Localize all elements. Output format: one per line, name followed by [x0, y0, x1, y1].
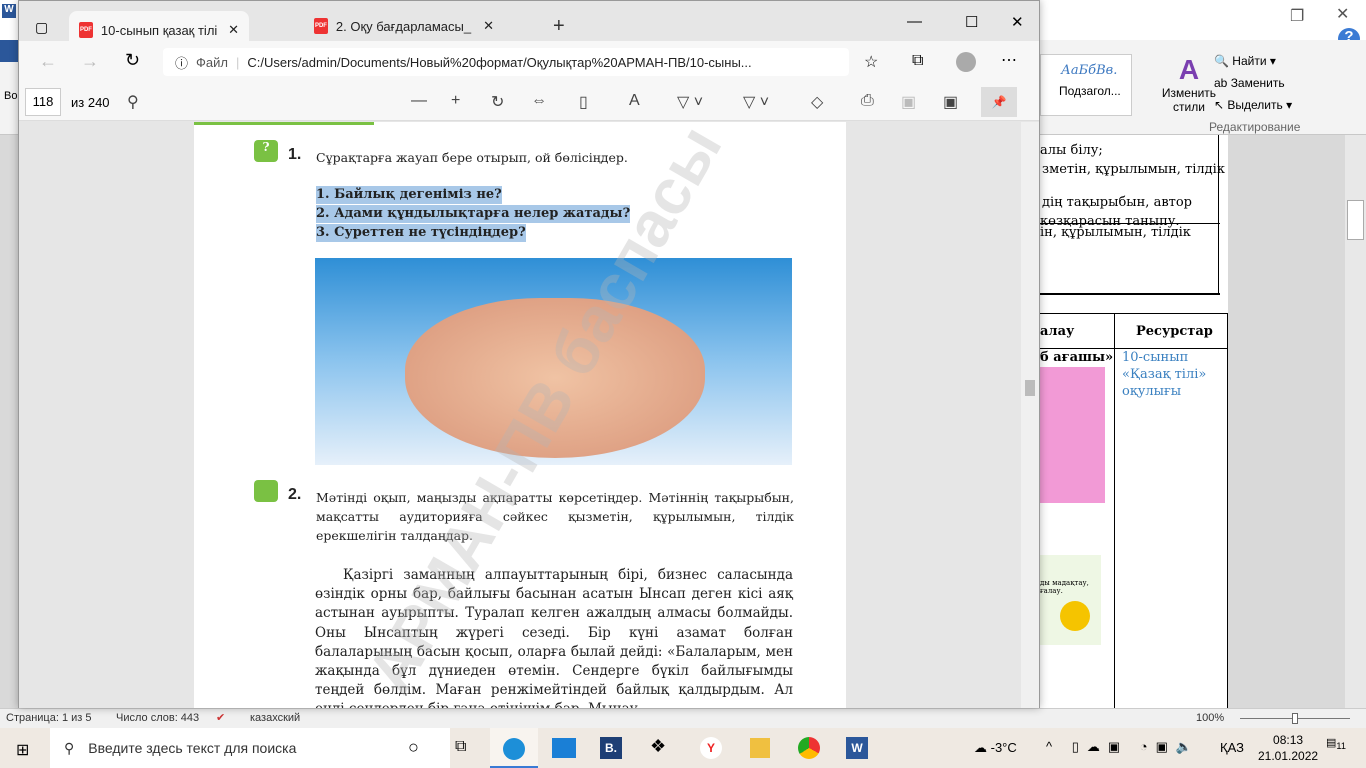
forward-icon[interactable]: →: [81, 51, 99, 72]
address-bar-row: ← → ↻ ⓘ Файл | C:/Users/admin/Documents/Нов…: [19, 41, 1039, 83]
refresh-icon[interactable]: ↻: [125, 50, 140, 71]
style-name: Подзагол...: [1059, 84, 1121, 98]
pdf-page: ? 1. Сұрақтарға жауап бере отырып, ой бө…: [194, 122, 846, 708]
dropbox-icon[interactable]: ❖: [650, 736, 666, 757]
draw-icon[interactable]: ▽ ˅: [677, 92, 703, 112]
word-status-bar: Страница: 1 из 5 Число слов: 443 ✔ казах…: [0, 708, 1366, 728]
style-gallery[interactable]: АаБбВв. Подзагол...: [1040, 54, 1132, 116]
zoom-in-icon[interactable]: +: [451, 92, 460, 110]
pdf-icon: PDF: [79, 22, 93, 38]
zoom-thumb[interactable]: [1292, 713, 1298, 724]
yandex-icon[interactable]: Y: [700, 737, 722, 759]
search-icon: ⚲: [64, 739, 75, 756]
pdf-scrollbar[interactable]: [1021, 122, 1039, 708]
taskbar-search[interactable]: ⚲ Введите здесь текст для поиска: [50, 728, 450, 768]
style-sample: АаБбВв.: [1061, 63, 1118, 78]
new-tab-button[interactable]: +: [553, 15, 565, 38]
read-aloud-icon[interactable]: A: [629, 92, 640, 110]
notifications-icon[interactable]: ▤11: [1326, 736, 1346, 751]
maximize-button[interactable]: ☐: [965, 13, 978, 31]
question-icon: ?: [254, 140, 278, 162]
editing-group-label: Редактирование: [1209, 120, 1301, 134]
b-app-icon[interactable]: B.: [600, 737, 622, 759]
doc-text: алы білу; зметін, құрылымын, тілдік дің …: [1040, 143, 1225, 229]
blob-tree-image: [1040, 367, 1105, 503]
replace-button[interactable]: ab Заменить: [1214, 76, 1285, 90]
question-2: Мәтінді оқып, маңызды ақпаратты көрсетің…: [316, 490, 794, 543]
zoom-out-icon[interactable]: —: [411, 92, 427, 110]
ribbon-cut-label: Во: [4, 90, 18, 102]
save-icon[interactable]: ▣: [901, 92, 916, 112]
zoom-level[interactable]: 100%: [1196, 712, 1224, 724]
task-view-icon[interactable]: ⧉: [455, 738, 466, 756]
question-1: Сұрақтарға жауап бере отырып, ой бөлісің…: [316, 150, 628, 165]
cortana-icon[interactable]: ○: [408, 737, 419, 758]
page-total: из 240: [71, 95, 110, 110]
highlight-icon[interactable]: ▽ ˅: [743, 92, 769, 112]
profile-avatar[interactable]: [956, 52, 976, 72]
chrome-icon[interactable]: [798, 737, 820, 759]
edge-taskbar-icon[interactable]: [490, 728, 538, 768]
smiley-image: ды мадақтау, ғалау.: [1040, 555, 1101, 645]
taskbar: ⊞ ⚲ Введите здесь текст для поиска ○ ⧉ B.…: [0, 728, 1366, 768]
page-view-icon[interactable]: ▯: [579, 92, 588, 112]
word-count[interactable]: Число слов: 443: [116, 712, 199, 724]
tab-actions-icon[interactable]: ▢: [35, 19, 48, 36]
collections-icon[interactable]: ⧉: [912, 52, 923, 70]
pdf-viewer: ? 1. Сұрақтарға жауап бере отырып, ой бө…: [19, 122, 1021, 708]
rotate-icon[interactable]: ↻: [491, 92, 504, 112]
tab-2[interactable]: PDF2. Оқу бағдарламасы_ Қазақ тіл✕: [304, 11, 504, 41]
close-tab-icon[interactable]: ✕: [483, 18, 494, 34]
fit-width-icon[interactable]: ⇔: [531, 92, 547, 110]
tray-icons[interactable]: ^ ▯☁▣ ◔▣🔈: [1046, 739, 1200, 755]
info-icon: ⓘ: [175, 55, 189, 71]
book-icon: [254, 480, 278, 502]
windows-start-icon[interactable]: ⊞: [16, 740, 29, 760]
search-icon[interactable]: ⚲: [127, 92, 139, 112]
pin-toolbar-icon[interactable]: 📌: [981, 87, 1017, 117]
find-button[interactable]: 🔍 Найти ▾: [1214, 54, 1276, 68]
clock[interactable]: 08:13 21.01.2022: [1258, 732, 1318, 764]
word-taskbar-icon[interactable]: W: [846, 737, 868, 759]
question-list: 1. Байлық дегеніміз не? 2. Адами құндылы…: [316, 186, 631, 242]
minimize-button[interactable]: —: [907, 13, 922, 30]
print-icon[interactable]: ⎙: [861, 92, 874, 110]
language[interactable]: казахский: [250, 712, 300, 724]
save-as-icon[interactable]: ▣: [943, 92, 958, 112]
word-page: алы білу; зметін, құрылымын, тілдік дің …: [1040, 135, 1228, 713]
mail-icon[interactable]: [552, 738, 576, 758]
address-bar[interactable]: ⓘ Файл | C:/Users/admin/Documents/Новый%20ф…: [163, 48, 849, 76]
close-tab-icon[interactable]: ✕: [228, 22, 239, 38]
more-icon[interactable]: ⋯: [1001, 50, 1017, 70]
weather[interactable]: ☁ -3°C: [974, 740, 1017, 756]
file-explorer-icon[interactable]: [750, 738, 770, 758]
close-icon[interactable]: ✕: [1336, 4, 1349, 24]
page-number-input[interactable]: 118: [25, 88, 61, 116]
input-language[interactable]: ҚАЗ: [1220, 740, 1244, 755]
eraser-icon[interactable]: ◇: [811, 92, 823, 112]
page-count[interactable]: Страница: 1 из 5: [6, 712, 92, 724]
pdf-icon: PDF: [314, 18, 328, 34]
scroll-thumb[interactable]: [1025, 380, 1035, 396]
edge-window: ▢ PDF10-сынып қазақ тілі қоғамдық-г✕ PDF…: [18, 0, 1040, 708]
pdf-toolbar: 118 из 240 ⚲ — + ↻ ⇔ ▯ A ▽ ˅ ▽ ˅ ◇ ⎙ ▣ ▣…: [19, 83, 1039, 121]
word-icon: W: [2, 4, 16, 18]
spellcheck-icon[interactable]: ✔: [216, 711, 225, 724]
restore-icon[interactable]: ❐: [1290, 6, 1304, 26]
select-button[interactable]: ↖ Выделить ▾: [1214, 98, 1292, 112]
close-window-button[interactable]: ✕: [1011, 13, 1024, 31]
word-scrollbar[interactable]: [1345, 135, 1366, 708]
back-icon[interactable]: ←: [39, 51, 57, 72]
favorites-star-icon[interactable]: ☆: [864, 52, 878, 72]
